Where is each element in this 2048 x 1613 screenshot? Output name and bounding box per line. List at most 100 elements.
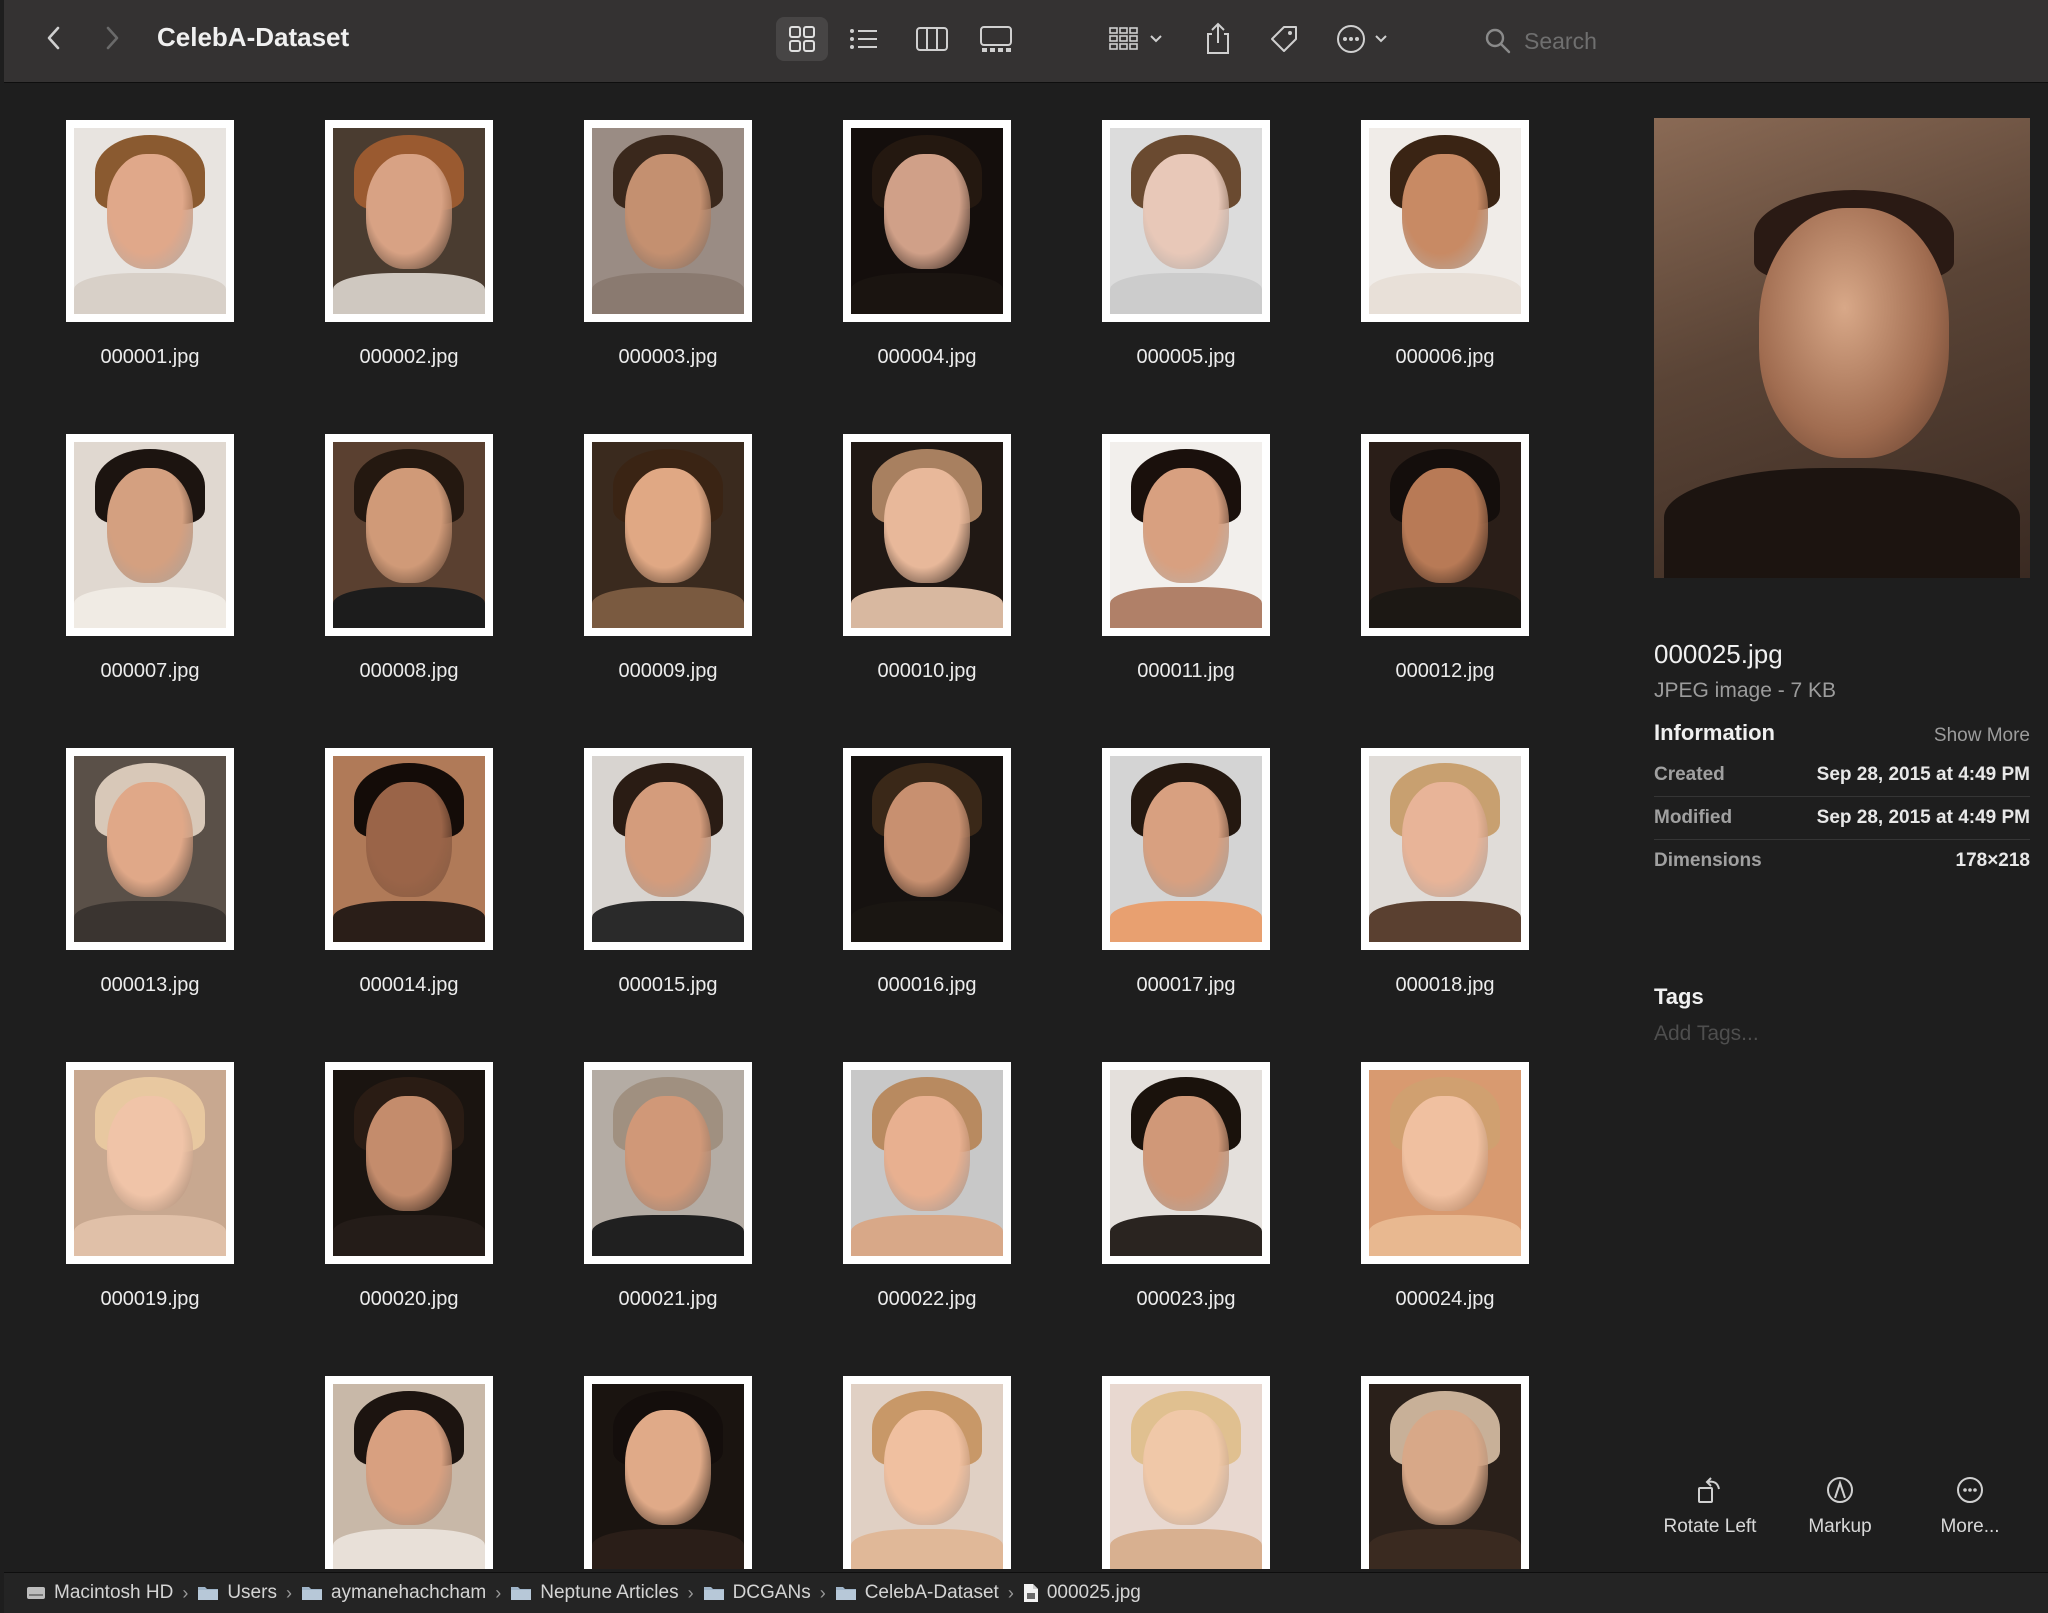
path-crumb[interactable]: DCGANs <box>703 1582 811 1604</box>
file-name-label[interactable]: 000013.jpg <box>25 974 275 997</box>
photo <box>74 1070 226 1256</box>
file-name-label[interactable]: 000020.jpg <box>284 1288 534 1311</box>
file-thumbnail[interactable] <box>325 434 493 636</box>
path-crumb[interactable]: 000025.jpg <box>1023 1582 1141 1604</box>
show-more-link[interactable]: Show More <box>1934 725 2030 747</box>
file-name-label[interactable]: 000024.jpg <box>1320 1288 1570 1311</box>
file-name-label[interactable]: 000011.jpg <box>1061 660 1311 683</box>
file-thumbnail[interactable] <box>1102 748 1270 950</box>
file-name-label[interactable]: 000021.jpg <box>543 1288 793 1311</box>
more-actions-button[interactable] <box>1332 17 1398 61</box>
file-name-label[interactable]: 000017.jpg <box>1061 974 1311 997</box>
path-crumb[interactable]: Neptune Articles <box>510 1582 679 1604</box>
file-name-label[interactable]: 000023.jpg <box>1061 1288 1311 1311</box>
file-thumbnail[interactable] <box>66 748 234 950</box>
file-thumbnail[interactable] <box>584 434 752 636</box>
path-separator: › <box>182 1582 189 1603</box>
file-thumbnail[interactable] <box>1102 120 1270 322</box>
file-name-label[interactable]: 000016.jpg <box>802 974 1052 997</box>
file-name-label[interactable]: 000019.jpg <box>25 1288 275 1311</box>
file-name-label[interactable]: 000008.jpg <box>284 660 534 683</box>
photo <box>333 756 485 942</box>
file-name-label[interactable]: 000003.jpg <box>543 346 793 369</box>
file-name-label[interactable]: 000015.jpg <box>543 974 793 997</box>
photo <box>592 1070 744 1256</box>
file-name-label[interactable]: 000007.jpg <box>25 660 275 683</box>
path-crumb[interactable]: Macintosh HD <box>26 1582 173 1604</box>
file-name-label[interactable]: 000010.jpg <box>802 660 1052 683</box>
more-button[interactable]: More... <box>1900 1474 2040 1538</box>
add-tags-field[interactable]: Add Tags... <box>1654 1022 1759 1046</box>
path-separator: › <box>495 1582 502 1603</box>
file-thumbnail[interactable] <box>325 1062 493 1264</box>
file-thumbnail[interactable] <box>843 1376 1011 1569</box>
path-crumb[interactable]: aymanehachcham <box>301 1582 486 1604</box>
file-thumbnail[interactable] <box>843 748 1011 950</box>
path-crumb[interactable]: Users <box>197 1582 277 1604</box>
list-view-button[interactable] <box>838 17 890 61</box>
folder-icon <box>703 1584 733 1602</box>
file-thumbnail[interactable] <box>584 748 752 950</box>
file-name-label[interactable]: 000001.jpg <box>25 346 275 369</box>
file-name-label[interactable]: 000006.jpg <box>1320 346 1570 369</box>
file-thumbnail[interactable] <box>584 1062 752 1264</box>
gallery-view-button[interactable] <box>968 17 1024 61</box>
file-name-label[interactable]: 000018.jpg <box>1320 974 1570 997</box>
file-thumbnail[interactable] <box>843 120 1011 322</box>
file-thumbnail[interactable] <box>325 120 493 322</box>
group-button[interactable] <box>1104 17 1170 61</box>
file-thumbnail[interactable] <box>843 434 1011 636</box>
info-key: Modified <box>1654 807 1733 828</box>
folder-icon <box>301 1584 331 1602</box>
file-name-label[interactable]: 000005.jpg <box>1061 346 1311 369</box>
file-thumbnail[interactable] <box>325 748 493 950</box>
back-button[interactable] <box>34 18 74 58</box>
photo <box>1369 1070 1521 1256</box>
file-name-label[interactable]: 000012.jpg <box>1320 660 1570 683</box>
file-name-label[interactable]: 000002.jpg <box>284 346 534 369</box>
file-thumbnail[interactable] <box>1361 120 1529 322</box>
file-thumbnail[interactable] <box>1361 434 1529 636</box>
column-view-button[interactable] <box>904 17 960 61</box>
chevron-left-icon <box>47 26 60 50</box>
file-name-label[interactable]: 000022.jpg <box>802 1288 1052 1311</box>
file-thumbnail[interactable] <box>584 1376 752 1569</box>
file-thumbnail[interactable] <box>1102 434 1270 636</box>
share-button[interactable] <box>1196 17 1240 61</box>
file-thumbnail[interactable] <box>1102 1376 1270 1569</box>
tag-button[interactable] <box>1262 17 1306 61</box>
photo <box>851 1384 1003 1569</box>
file-thumbnail[interactable] <box>1102 1062 1270 1264</box>
photo <box>333 442 485 628</box>
photo <box>851 1070 1003 1256</box>
path-separator: › <box>1007 1582 1014 1603</box>
icon-view-button[interactable] <box>776 17 828 61</box>
path-crumb-label: Users <box>227 1582 277 1603</box>
file-thumbnail[interactable] <box>325 1376 493 1569</box>
search-field[interactable]: Search <box>1484 18 2004 64</box>
file-thumbnail[interactable] <box>1361 1062 1529 1264</box>
file-name-label[interactable]: 000004.jpg <box>802 346 1052 369</box>
drive-icon <box>26 1584 54 1602</box>
path-crumb-label: 000025.jpg <box>1046 1582 1141 1603</box>
finder-window: CelebA-Dataset Search 000001.jpg 000002.… <box>0 0 2048 1613</box>
file-thumbnail[interactable] <box>1361 1376 1529 1569</box>
forward-button[interactable] <box>92 18 132 58</box>
file-name-label[interactable]: 000014.jpg <box>284 974 534 997</box>
photo <box>1110 1070 1262 1256</box>
file-thumbnail[interactable] <box>843 1062 1011 1264</box>
file-thumbnail[interactable] <box>66 1062 234 1264</box>
file-thumbnail[interactable] <box>66 434 234 636</box>
markup-button[interactable]: Markup <box>1770 1474 1910 1538</box>
path-crumb[interactable]: CelebA-Dataset <box>835 1582 999 1604</box>
info-row-dimensions: Dimensions 178×218 <box>1654 840 2030 883</box>
markup-label: Markup <box>1808 1516 1872 1537</box>
rotate-left-button[interactable]: Rotate Left <box>1640 1474 1780 1538</box>
file-thumbnail[interactable] <box>584 120 752 322</box>
photo <box>1110 128 1262 314</box>
toolbar: CelebA-Dataset Search <box>4 0 2048 83</box>
rotate-left-icon <box>1698 1477 1720 1503</box>
file-thumbnail[interactable] <box>1361 748 1529 950</box>
file-name-label[interactable]: 000009.jpg <box>543 660 793 683</box>
file-thumbnail[interactable] <box>66 120 234 322</box>
